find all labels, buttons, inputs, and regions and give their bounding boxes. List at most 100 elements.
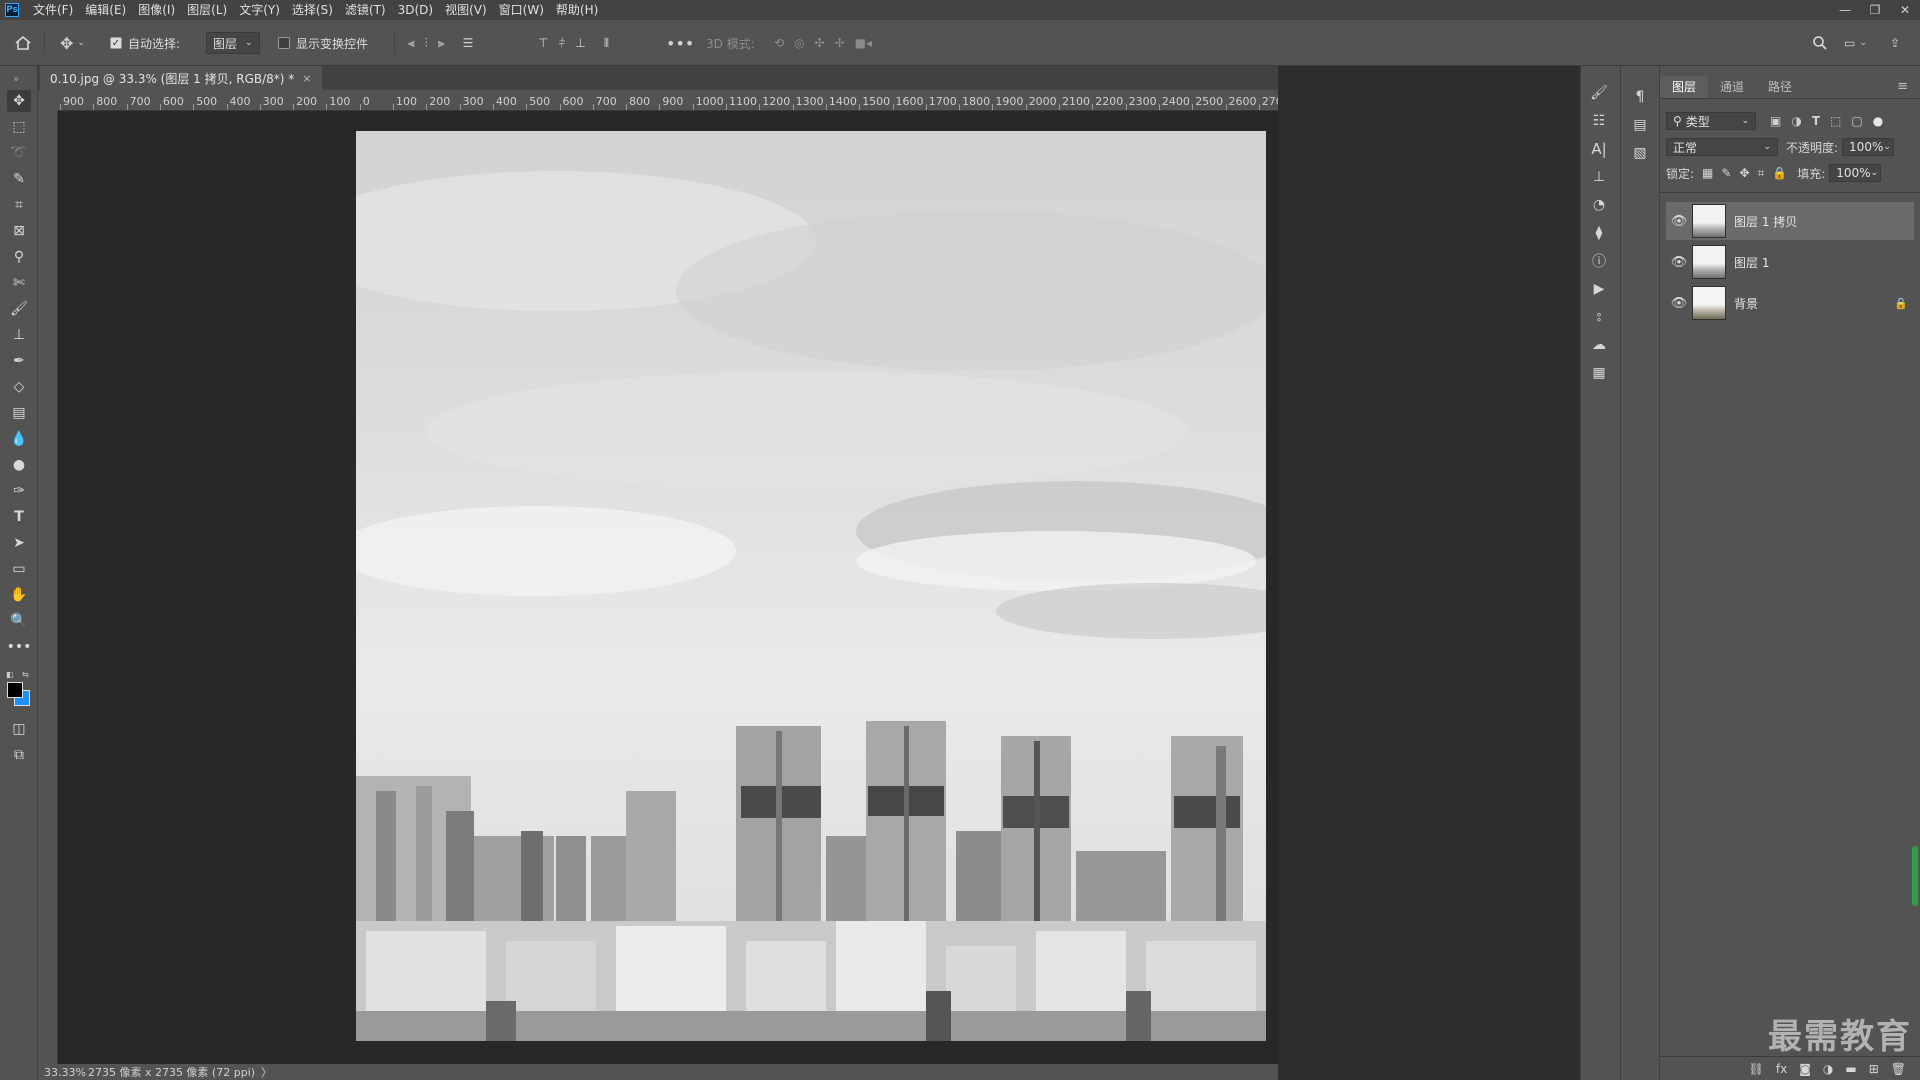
filter-shape-icon[interactable]: ⬚ xyxy=(1830,114,1841,128)
menu-file[interactable]: 文件(F) xyxy=(27,0,79,20)
delete-layer-icon[interactable]: 🗑 xyxy=(1891,1062,1906,1076)
visibility-eye-icon[interactable]: 👁 xyxy=(1666,296,1692,311)
lock-position-icon[interactable]: ✥ xyxy=(1739,166,1749,180)
lasso-tool-icon[interactable]: ➰ xyxy=(7,142,31,164)
collapse-toolbar-icon[interactable]: » xyxy=(4,68,28,90)
menu-edit[interactable]: 编辑(E) xyxy=(79,0,132,20)
scrollbar-indicator[interactable] xyxy=(1912,846,1918,906)
eyedropper-tool-icon[interactable]: ⚲ xyxy=(7,246,31,268)
layer-name[interactable]: 图层 1 xyxy=(1734,254,1914,271)
menu-window[interactable]: 窗口(W) xyxy=(493,0,550,20)
distribute-icon[interactable]: ☰ xyxy=(463,36,474,50)
menu-select[interactable]: 选择(S) xyxy=(286,0,339,20)
align-bottom-icon[interactable]: ⊥ xyxy=(575,36,585,50)
layer-name[interactable]: 背景 xyxy=(1734,295,1894,312)
filter-type-icon[interactable]: T xyxy=(1812,114,1820,128)
dodge-tool-icon[interactable]: ● xyxy=(7,454,31,476)
blur-tool-icon[interactable]: 💧 xyxy=(7,428,31,450)
filter-smart-object-icon[interactable]: ▢ xyxy=(1851,114,1862,128)
auto-select-dropdown[interactable]: 图层 ⌄ xyxy=(206,32,260,54)
more-options-icon[interactable]: ••• xyxy=(666,32,694,54)
align-left-icon[interactable]: ⫷ xyxy=(408,36,415,51)
brush-settings-icon[interactable]: 🖌 xyxy=(1585,82,1613,104)
healing-brush-tool-icon[interactable]: ✄ xyxy=(7,272,31,294)
tab-layers[interactable]: 图层 xyxy=(1660,76,1709,98)
history-brush-tool-icon[interactable]: ✒ xyxy=(7,350,31,372)
workspace-icon[interactable]: ▭ ⌄ xyxy=(1844,32,1867,54)
filter-pixel-icon[interactable]: ▣ xyxy=(1770,114,1781,128)
lock-transparent-icon[interactable]: ▦ xyxy=(1702,166,1713,180)
new-layer-icon[interactable]: ⊞ xyxy=(1869,1062,1879,1076)
crop-tool-icon[interactable]: ⌗ xyxy=(7,194,31,216)
close-tab-icon[interactable]: × xyxy=(302,72,311,85)
3d-icon[interactable]: ☁ xyxy=(1585,334,1613,356)
libraries-icon[interactable]: ▤ xyxy=(1626,114,1654,136)
foreground-color-swatch[interactable] xyxy=(7,682,23,698)
align-hcenter-icon[interactable]: ⫶ xyxy=(425,36,428,51)
link-layers-icon[interactable]: ⛓ xyxy=(1749,1062,1764,1076)
menu-3d[interactable]: 3D(D) xyxy=(392,0,439,20)
timeline-icon[interactable]: ▦ xyxy=(1585,362,1613,384)
clone-stamp-tool-icon[interactable]: ⊥ xyxy=(7,324,31,346)
swap-colors-icon[interactable]: ⇆ xyxy=(22,670,29,679)
lock-artboard-icon[interactable]: ⌗ xyxy=(1758,166,1765,181)
info-icon[interactable]: ⓘ xyxy=(1585,250,1613,272)
adjustments-icon[interactable]: ☷ xyxy=(1585,110,1613,132)
home-icon[interactable] xyxy=(14,32,32,54)
pen-tool-icon[interactable]: ✑ xyxy=(7,480,31,502)
add-mask-icon[interactable]: ◙ xyxy=(1799,1062,1811,1076)
blend-mode-dropdown[interactable]: 正常 ⌄ xyxy=(1666,138,1778,156)
minimize-button[interactable]: — xyxy=(1830,0,1860,20)
align-vcenter-icon[interactable]: ⫩ xyxy=(558,36,565,51)
tab-channels[interactable]: 通道 xyxy=(1708,76,1756,98)
properties-icon[interactable]: ⦂ xyxy=(1585,306,1613,328)
styles-icon[interactable]: ⧫ xyxy=(1585,222,1613,244)
3d-orbit-icon[interactable]: ⟲ xyxy=(774,36,784,50)
3d-slide-icon[interactable]: ✢ xyxy=(835,36,845,50)
layer-row[interactable]: 👁 图层 1 拷贝 xyxy=(1666,202,1914,240)
color-swatches[interactable]: ◧ ⇆ xyxy=(6,670,32,706)
frame-tool-icon[interactable]: ⊠ xyxy=(7,220,31,242)
brush-tool-icon[interactable]: 🖌 xyxy=(7,298,31,320)
menu-help[interactable]: 帮助(H) xyxy=(550,0,604,20)
menu-type[interactable]: 文字(Y) xyxy=(233,0,286,20)
canvas-area[interactable] xyxy=(58,111,1278,1064)
auto-select-checkbox[interactable]: ✓ 自动选择: xyxy=(110,32,180,54)
distribute-vertical-icon[interactable]: ⦀ xyxy=(604,36,609,51)
path-selection-tool-icon[interactable]: ➤ xyxy=(7,532,31,554)
move-tool-icon[interactable]: ✥ xyxy=(7,90,31,112)
lock-all-icon[interactable]: 🔒 xyxy=(1772,166,1787,180)
marquee-tool-icon[interactable]: ⬚ xyxy=(7,116,31,138)
layer-filter-dropdown[interactable]: ⚲ 类型 ⌄ xyxy=(1666,112,1756,130)
character-icon[interactable]: A| xyxy=(1585,138,1613,160)
menu-filter[interactable]: 滤镜(T) xyxy=(339,0,392,20)
rectangle-tool-icon[interactable]: ▭ xyxy=(7,558,31,580)
3d-pan-icon[interactable]: ✣ xyxy=(815,36,825,50)
align-right-icon[interactable]: ⫸ xyxy=(438,36,445,51)
3d-camera-icon[interactable]: ■◂ xyxy=(855,36,872,50)
show-transform-checkbox[interactable]: 显示变换控件 xyxy=(278,32,368,54)
hand-tool-icon[interactable]: ✋ xyxy=(7,584,31,606)
horizontal-ruler[interactable]: 900 800 700 600 500 400 300 200 100 0 100 200 300 400… xyxy=(58,91,1278,111)
quick-mask-icon[interactable]: ◫ xyxy=(7,718,31,740)
3d-roll-icon[interactable]: ◎ xyxy=(794,36,804,50)
screen-mode-icon[interactable]: ⧉ xyxy=(7,744,31,766)
layer-row[interactable]: 👁 背景 🔒 xyxy=(1666,284,1914,322)
layer-style-fx-icon[interactable]: fx xyxy=(1776,1062,1787,1076)
quick-selection-tool-icon[interactable]: ✎ xyxy=(7,168,31,190)
gradient-tool-icon[interactable]: ▤ xyxy=(7,402,31,424)
new-adjustment-icon[interactable]: ◑ xyxy=(1823,1062,1833,1076)
lock-pixels-icon[interactable]: ✎ xyxy=(1721,166,1731,180)
vertical-ruler[interactable] xyxy=(38,111,58,1064)
menu-layer[interactable]: 图层(L) xyxy=(181,0,233,20)
visibility-eye-icon[interactable]: 👁 xyxy=(1666,255,1692,270)
visibility-eye-icon[interactable]: 👁 xyxy=(1666,214,1692,229)
zoom-level[interactable]: 33.33% xyxy=(44,1066,86,1079)
document-image[interactable] xyxy=(356,131,1266,1041)
fill-input[interactable]: 100% ⌄ xyxy=(1829,164,1882,182)
notes-icon[interactable]: ▧ xyxy=(1626,142,1654,164)
filter-adjustment-icon[interactable]: ◑ xyxy=(1791,114,1801,128)
restore-button[interactable]: ❐ xyxy=(1860,0,1890,20)
search-icon[interactable] xyxy=(1812,32,1828,54)
eraser-tool-icon[interactable]: ◇ xyxy=(7,376,31,398)
